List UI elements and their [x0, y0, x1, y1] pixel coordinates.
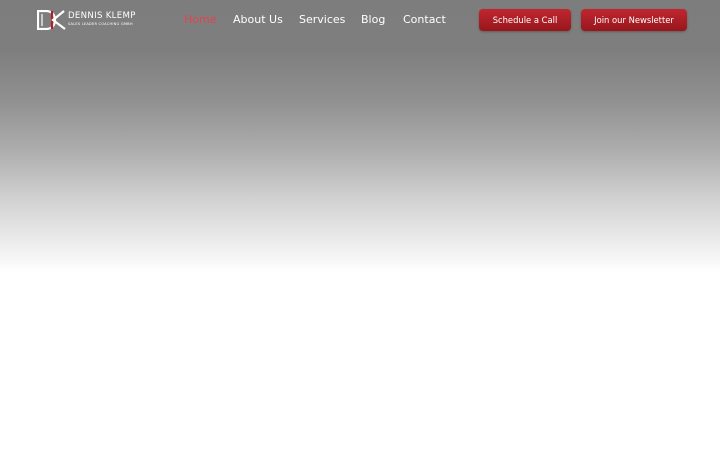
- schedule-call-button[interactable]: Schedule a Call: [479, 9, 571, 31]
- site-header: DENNIS KLEMP SALES LEADER COACHING GMBH …: [0, 0, 720, 40]
- nav-item-contact[interactable]: Contact: [403, 12, 446, 28]
- newsletter-button[interactable]: Join our Newsletter: [581, 9, 687, 31]
- brand-name: DENNIS KLEMP: [68, 11, 136, 21]
- page: DENNIS KLEMP SALES LEADER COACHING GMBH …: [0, 0, 720, 450]
- nav-item-blog[interactable]: Blog: [361, 12, 385, 28]
- dk-monogram-icon: [37, 10, 66, 30]
- site-logo[interactable]: DENNIS KLEMP SALES LEADER COACHING GMBH: [37, 10, 143, 30]
- brand-tagline: SALES LEADER COACHING GMBH: [68, 22, 133, 26]
- nav-item-services[interactable]: Services: [299, 12, 345, 28]
- hero-banner: [0, 0, 720, 272]
- nav-item-home[interactable]: Home: [184, 12, 216, 28]
- nav-item-about-us[interactable]: About Us: [233, 12, 283, 28]
